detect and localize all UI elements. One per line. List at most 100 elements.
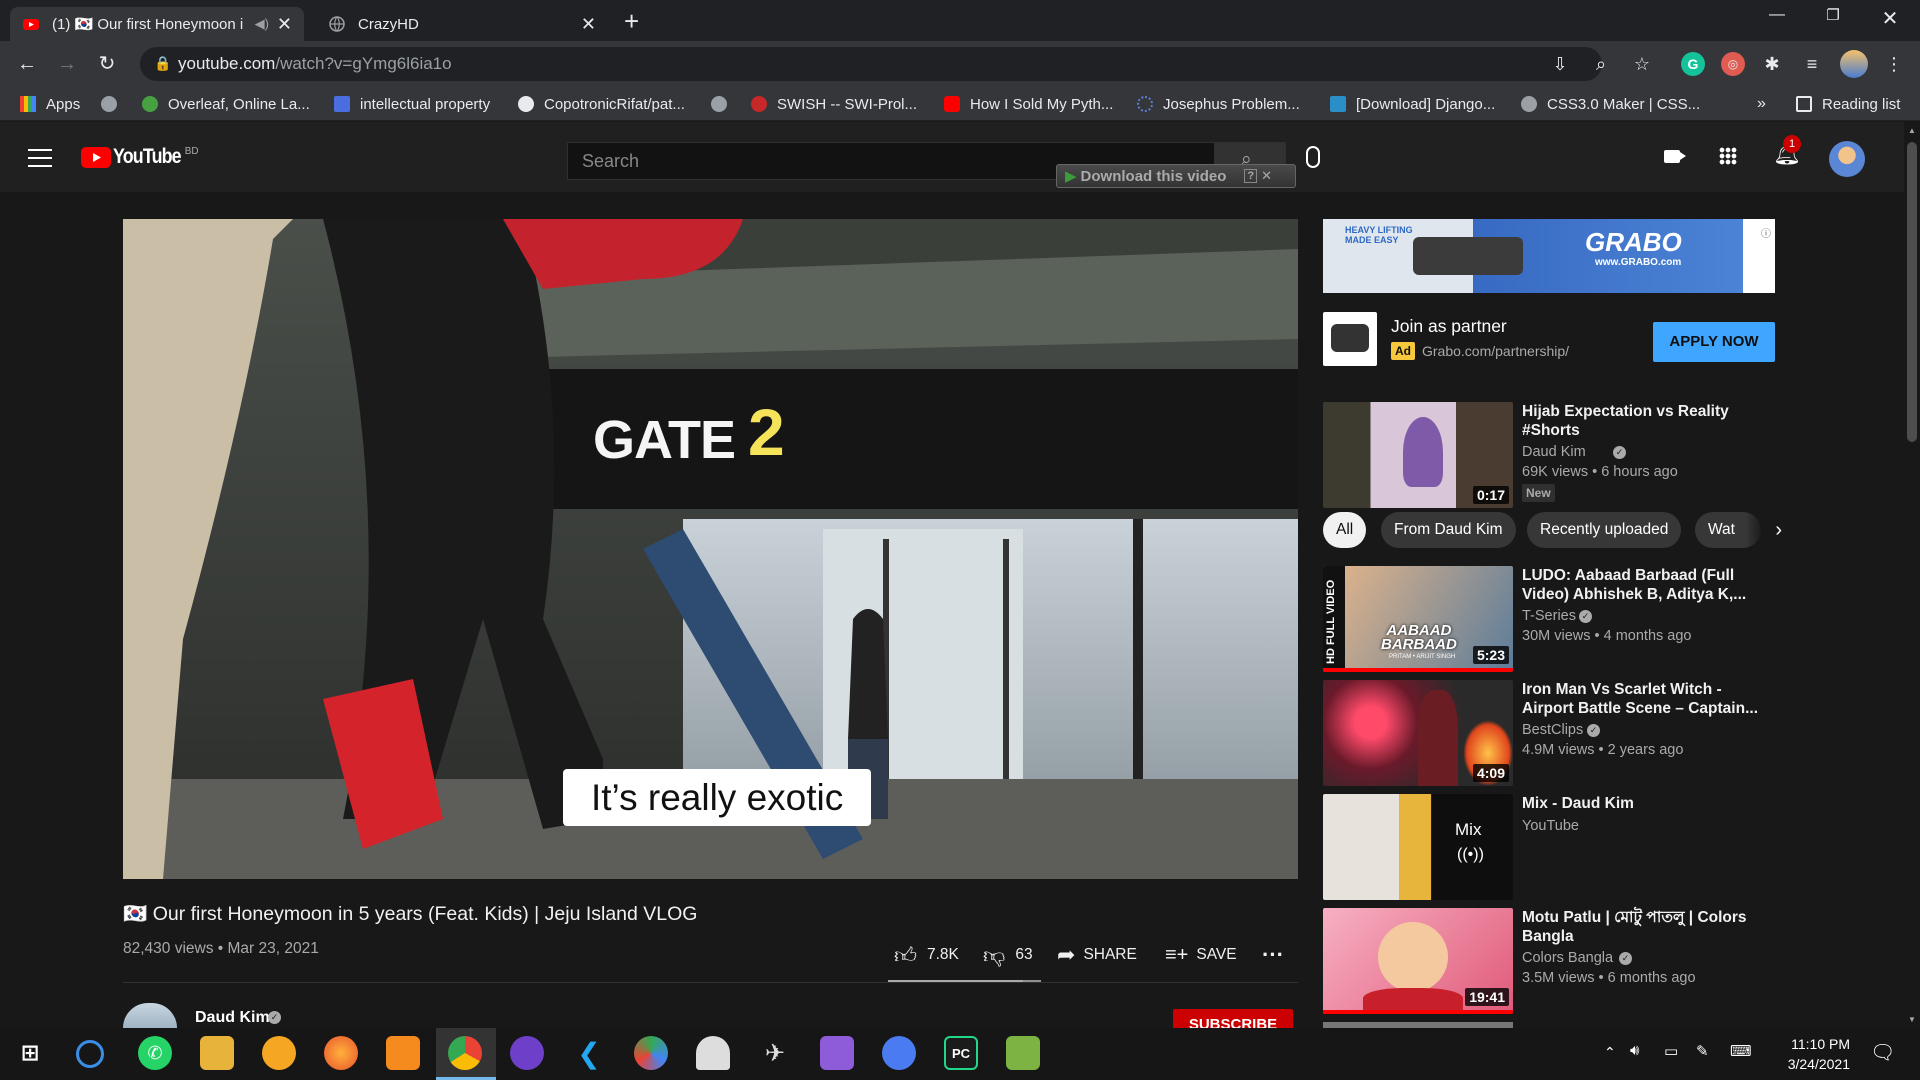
bookmark-css-maker[interactable]: CSS3.0 Maker | CSS...: [1521, 93, 1700, 115]
bookmark-star-icon[interactable]: ☆: [1630, 52, 1654, 76]
scrollbar-thumb[interactable]: [1907, 142, 1917, 442]
bookmark-globe[interactable]: [101, 93, 117, 115]
chip-all[interactable]: All: [1323, 512, 1367, 548]
back-icon[interactable]: ←: [13, 51, 41, 79]
reading-list-button[interactable]: Reading list: [1796, 93, 1900, 115]
video-thumbnail[interactable]: Mix ((•)): [1323, 794, 1513, 900]
bookmark-intellectual-property[interactable]: intellectual property: [334, 93, 490, 115]
bookmark-josephus[interactable]: Josephus Problem...: [1137, 93, 1300, 115]
chrome-icon[interactable]: [448, 1036, 482, 1070]
hamburger-menu-icon[interactable]: [28, 149, 52, 167]
vscode-icon[interactable]: ❮: [572, 1036, 606, 1070]
tab-youtube[interactable]: (1) 🇰🇷 Our first Honeymoon i ◀) ✕: [10, 7, 304, 41]
visual-studio-icon[interactable]: [820, 1036, 854, 1070]
create-video-icon[interactable]: [1664, 150, 1686, 163]
video-title[interactable]: LUDO: Aabaad Barbaad (Full Video) Abhish…: [1522, 566, 1762, 604]
channel-name[interactable]: BestClips: [1522, 722, 1583, 738]
pen-icon[interactable]: ✎: [1696, 1042, 1709, 1060]
volume-icon[interactable]: 🔊︎: [1630, 1042, 1639, 1059]
bookmark-youtube[interactable]: How I Sold My Pyth...: [944, 93, 1113, 115]
app-icon[interactable]: [1006, 1036, 1040, 1070]
microphone-icon[interactable]: [1306, 146, 1320, 168]
extensions-puzzle-icon[interactable]: ✱: [1760, 52, 1784, 76]
zoom-icon[interactable]: ⌕: [1589, 52, 1613, 76]
tray-chevron-icon[interactable]: ⌃: [1604, 1044, 1616, 1061]
tab-audio-icon[interactable]: ◀): [255, 16, 269, 32]
channel-name[interactable]: Colors Bangla: [1522, 950, 1613, 966]
chip-recently-uploaded[interactable]: Recently uploaded: [1527, 512, 1682, 548]
tab-crazyhd[interactable]: CrazyHD ✕: [316, 7, 608, 41]
help-icon[interactable]: ?: [1244, 169, 1258, 183]
whatsapp-icon[interactable]: ✆: [138, 1036, 172, 1070]
file-explorer-icon[interactable]: [200, 1036, 234, 1070]
ad-info-icon[interactable]: ⓘ: [1761, 225, 1771, 240]
video-thumbnail[interactable]: 19:41: [1323, 908, 1513, 1014]
pycharm-icon[interactable]: PC: [944, 1036, 978, 1070]
video-title[interactable]: Motu Patlu | মোটু পাতলু | Colors Bangla: [1522, 908, 1762, 946]
bookmark-apps[interactable]: Apps: [20, 93, 80, 115]
channel-avatar[interactable]: [123, 1003, 177, 1028]
ad-title[interactable]: Join as partner: [1391, 316, 1507, 337]
system-clock[interactable]: 11:10 PM 3/24/2021: [1760, 1034, 1850, 1074]
video-title[interactable]: Mix - Daud Kim: [1522, 794, 1762, 813]
scroll-down-icon[interactable]: ▼: [1908, 1015, 1916, 1024]
media-control-icon[interactable]: ≡: [1800, 52, 1824, 76]
apps-grid-icon[interactable]: [1719, 147, 1737, 165]
apply-now-button[interactable]: APPLY NOW: [1653, 322, 1775, 362]
account-avatar[interactable]: [1829, 141, 1865, 177]
close-window-icon[interactable]: ✕: [1870, 6, 1910, 34]
chip-from-daud-kim[interactable]: From Daud Kim: [1381, 512, 1516, 548]
video-thumbnail[interactable]: 4:09: [1323, 680, 1513, 786]
save-button[interactable]: ≡+ SAVE: [1165, 942, 1237, 968]
ad-logo[interactable]: [1323, 312, 1377, 366]
share-button[interactable]: ➦ SHARE: [1057, 942, 1137, 968]
channel-name[interactable]: Daud Kim: [195, 1009, 270, 1027]
bookmark-github[interactable]: CopotronicRifat/pat...: [518, 93, 685, 115]
bookmarks-overflow-icon[interactable]: »: [1757, 93, 1766, 115]
close-overlay-icon[interactable]: ✕: [1261, 168, 1272, 184]
forward-icon[interactable]: →: [53, 51, 81, 79]
recommendation-card[interactable]: 19:41 Motu Patlu | মোটু পাতলু | Colors B…: [1323, 908, 1775, 1014]
ad-banner[interactable]: HEAVY LIFTING MADE EASY GRABO www.GRABO.…: [1323, 219, 1775, 293]
extension-icon[interactable]: ◎: [1721, 52, 1745, 76]
chrome-menu-icon[interactable]: ⋮: [1882, 52, 1906, 76]
app-icon[interactable]: [696, 1036, 730, 1070]
app-icon[interactable]: ✈: [758, 1036, 792, 1070]
youtube-logo[interactable]: YouTube BD: [81, 145, 199, 169]
recommendation-card[interactable]: 0:17 Hijab Expectation vs Reality #Short…: [1323, 402, 1775, 508]
messenger-icon[interactable]: [882, 1036, 916, 1070]
recommendation-card[interactable]: HD FULL VIDEO AABAAD BARBAAD PRITAM • ARI…: [1323, 566, 1775, 672]
bookmark-django[interactable]: [Download] Django...: [1330, 93, 1495, 115]
address-bar[interactable]: 🔒 youtube.com/watch?v=gYmg6l6ia1o: [140, 47, 1602, 81]
like-button[interactable]: 👍︎ 7.8K: [894, 942, 959, 968]
keyboard-icon[interactable]: ⌨: [1730, 1042, 1752, 1060]
scroll-up-icon[interactable]: ▲: [1908, 126, 1916, 135]
github-desktop-icon[interactable]: [510, 1036, 544, 1070]
video-thumbnail[interactable]: 0:17: [1323, 402, 1513, 508]
firefox-icon[interactable]: [324, 1036, 358, 1070]
tab-close-icon[interactable]: ✕: [581, 14, 596, 35]
grammarly-extension-icon[interactable]: G: [1681, 52, 1705, 76]
reload-icon[interactable]: ↻: [93, 51, 121, 79]
recommendation-card[interactable]: Mix ((•)) Mix - Daud Kim YouTube: [1323, 794, 1775, 900]
network-icon[interactable]: ▭: [1664, 1042, 1678, 1060]
channel-name[interactable]: YouTube: [1522, 818, 1579, 834]
profile-avatar[interactable]: [1840, 50, 1868, 78]
video-title[interactable]: Iron Man Vs Scarlet Witch - Airport Batt…: [1522, 680, 1762, 718]
more-actions-icon[interactable]: ···: [1262, 942, 1284, 968]
app-icon[interactable]: [386, 1036, 420, 1070]
restore-icon[interactable]: ❐: [1813, 6, 1853, 34]
windows-start-icon[interactable]: ⊞: [13, 1036, 47, 1070]
app-icon[interactable]: [262, 1036, 296, 1070]
download-video-overlay[interactable]: ▶ Download this video ? ✕: [1056, 164, 1296, 188]
subscribe-button[interactable]: SUBSCRIBE: [1173, 1009, 1293, 1028]
chevron-right-icon[interactable]: ›: [1746, 512, 1790, 548]
page-scrollbar[interactable]: ▲ ▼: [1904, 122, 1920, 1028]
recommendation-card[interactable]: 4:09 Iron Man Vs Scarlet Witch - Airport…: [1323, 680, 1775, 786]
video-thumbnail[interactable]: HD FULL VIDEO AABAAD BARBAAD PRITAM • ARI…: [1323, 566, 1513, 672]
install-app-icon[interactable]: ⇩: [1548, 52, 1572, 76]
app-icon[interactable]: [76, 1040, 104, 1068]
tab-close-icon[interactable]: ✕: [277, 14, 292, 35]
dislike-button[interactable]: 👎︎ 63: [983, 942, 1033, 968]
action-center-icon[interactable]: 🗨︎: [1870, 1040, 1895, 1065]
